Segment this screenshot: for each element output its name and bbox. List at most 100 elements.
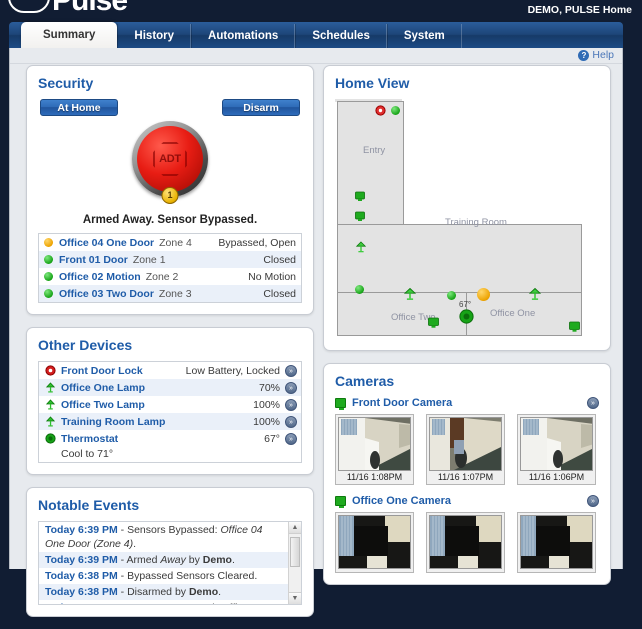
camera-timestamp <box>520 569 593 570</box>
event-tail: . <box>218 586 221 598</box>
floorplan-camera-icon[interactable] <box>355 211 365 225</box>
tab-system[interactable]: System <box>387 24 462 48</box>
security-status-text: Armed Away. Sensor Bypassed. <box>38 214 302 226</box>
floorplan-bypassed-sensor-icon[interactable] <box>477 288 490 301</box>
zone-state: Bypassed, Open <box>218 237 296 249</box>
notable-events-panel-title: Notable Events <box>38 497 302 513</box>
floorplan-camera-icon[interactable] <box>428 317 439 332</box>
other-devices-list: Front Door Lock Low Battery, Locked » Of… <box>38 361 302 463</box>
camera-thumbnail[interactable]: 11/16 1:07PM <box>426 414 505 485</box>
list-item: Today 6:39 PM - Armed Away by Demo. <box>39 552 288 568</box>
list-item[interactable]: Front Door Lock Low Battery, Locked » <box>39 362 301 379</box>
floorplan-camera-icon[interactable] <box>569 321 580 336</box>
cameras-panel: Cameras Front Door Camera » <box>323 363 611 585</box>
table-row[interactable]: Front 01 Door Zone 1 Closed <box>39 251 301 268</box>
security-button-row: At Home Disarm <box>38 99 302 119</box>
alarm-dial-face: ADT <box>137 126 203 192</box>
device-name: Office One Lamp <box>61 382 145 394</box>
event-sep: - <box>118 602 127 605</box>
camera-detail-button[interactable]: » <box>587 495 599 507</box>
events-scroll-area: Today 6:39 PM - Sensors Bypassed: Office… <box>39 522 288 605</box>
zone-number: Zone 4 <box>159 237 192 249</box>
tab-summary[interactable]: Summary <box>21 22 117 48</box>
scroll-up-button[interactable]: ▲ <box>289 522 301 534</box>
floorplan-sensor-dot-icon[interactable] <box>355 285 364 294</box>
camera-thumbnail[interactable] <box>517 512 596 573</box>
tab-history[interactable]: History <box>117 24 191 48</box>
event-subject: Away <box>160 554 186 566</box>
brand-logo: Pulse <box>8 0 127 18</box>
tab-automations[interactable]: Automations <box>191 24 295 48</box>
device-detail-button[interactable]: » <box>285 433 297 445</box>
help-link[interactable]: ? Help <box>578 49 614 61</box>
table-row[interactable]: Office 02 Motion Zone 2 No Motion <box>39 268 301 285</box>
table-row[interactable]: Office 04 One Door Zone 4 Bypassed, Open <box>39 234 301 251</box>
status-dot-icon <box>44 289 53 298</box>
camera-timestamp: 11/16 1:08PM <box>338 471 411 482</box>
camera-image <box>520 417 593 471</box>
zone-number: Zone 3 <box>159 288 192 300</box>
floorplan-room-entry <box>337 101 404 225</box>
camera-timestamp <box>338 569 411 570</box>
camera-thumbnail[interactable]: 11/16 1:06PM <box>517 414 596 485</box>
security-panel-title: Security <box>38 75 302 91</box>
floorplan-lamp-icon[interactable] <box>355 241 367 256</box>
zone-state: Closed <box>263 254 296 266</box>
camera-thumbnail[interactable]: 11/16 1:08PM <box>335 414 414 485</box>
list-item[interactable]: Office Two Lamp 100% » <box>39 396 301 413</box>
list-item[interactable]: Training Room Lamp 100% » <box>39 413 301 430</box>
floorplan-label-office-one: Office One <box>490 308 535 319</box>
left-column: Security At Home Disarm ADT 1 Armed Away… <box>26 65 314 629</box>
event-time: Today 6:39 PM <box>45 524 118 536</box>
camera-thumbnail[interactable] <box>426 512 505 573</box>
camera-detail-button[interactable]: » <box>587 397 599 409</box>
device-name: Thermostat <box>61 433 118 445</box>
camera-thumbnail[interactable] <box>335 512 414 573</box>
device-detail-button[interactable]: » <box>285 382 297 394</box>
disarm-button[interactable]: Disarm <box>222 99 300 116</box>
device-detail-button[interactable]: » <box>285 416 297 428</box>
floorplan-camera-icon[interactable] <box>355 191 365 205</box>
camera-thumbnail-strip: 11/16 1:08PM <box>335 414 599 485</box>
table-row[interactable]: Office 03 Two Door Zone 3 Closed <box>39 285 301 302</box>
events-scrollbar[interactable]: ▲ ▼ <box>288 522 301 604</box>
floorplan-thermostat-icon[interactable] <box>459 309 474 327</box>
floorplan-wall-horizontal <box>338 292 581 293</box>
status-dot-icon <box>44 255 53 264</box>
floorplan-sensor-dot-icon[interactable] <box>447 291 456 300</box>
device-value: 67° <box>264 433 280 445</box>
camera-name[interactable]: Front Door Camera <box>352 397 452 409</box>
list-item: Today 6:39 PM - Sensors Bypassed: Office… <box>39 522 288 552</box>
scroll-down-button[interactable]: ▼ <box>289 592 301 604</box>
list-item[interactable]: Thermostat 67° » <box>39 430 301 447</box>
event-mid: by <box>186 554 203 566</box>
event-user: Demo <box>189 586 218 598</box>
list-item[interactable]: Office One Lamp 70% » <box>39 379 301 396</box>
event-text: Sensors Bypassed: <box>127 524 220 536</box>
camera-name[interactable]: Office One Camera <box>352 495 451 507</box>
monitor-icon <box>335 496 346 506</box>
device-name: Front Door Lock <box>61 365 143 377</box>
device-detail-button[interactable]: » <box>285 399 297 411</box>
floorplan-lamp-icon[interactable] <box>403 287 417 304</box>
tab-schedules[interactable]: Schedules <box>295 24 387 48</box>
camera-timestamp <box>429 569 502 570</box>
zone-number: Zone 1 <box>133 254 166 266</box>
event-tail: . <box>232 554 235 566</box>
scrollbar-thumb[interactable] <box>290 537 300 567</box>
lamp-icon <box>44 382 56 393</box>
event-time: Today 6:38 PM <box>45 570 118 582</box>
floorplan-lamp-icon[interactable] <box>528 287 542 304</box>
at-home-button[interactable]: At Home <box>40 99 118 116</box>
alarm-dial[interactable]: ADT 1 <box>132 121 208 197</box>
floorplan-lock-icon[interactable] <box>375 105 386 119</box>
floorplan-sensor-dot-icon[interactable] <box>391 106 400 115</box>
zone-number: Zone 2 <box>146 271 179 283</box>
camera-image <box>520 515 593 569</box>
device-detail-button[interactable]: » <box>285 365 297 377</box>
floorplan[interactable]: Entry Training Room Office Two Office On… <box>335 99 599 339</box>
help-bar: ? Help <box>10 48 622 64</box>
question-mark-icon: ? <box>578 50 589 61</box>
zone-name: Office 04 One Door <box>59 237 154 249</box>
event-user: Demo <box>203 554 232 566</box>
